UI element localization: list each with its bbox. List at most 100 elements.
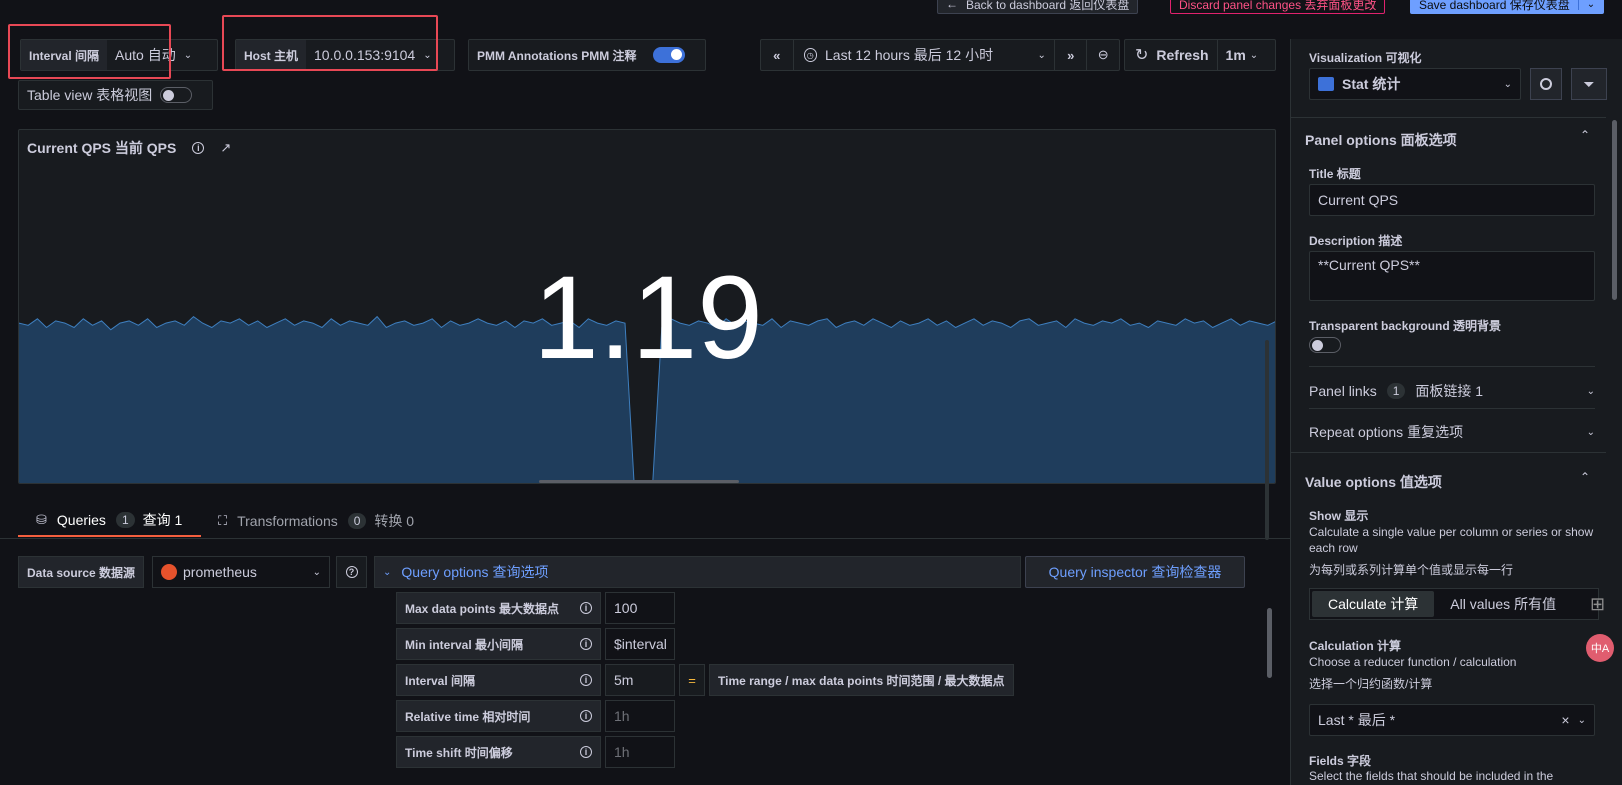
value-options-header[interactable]: Value options 值选项: [1305, 472, 1442, 492]
grid-widget-icon[interactable]: ⊞: [1590, 594, 1605, 615]
interval-variable[interactable]: Interval 间隔 Auto 自动 ⌄: [20, 39, 218, 71]
datasource-label: Data source 数据源: [18, 556, 144, 588]
table-view-toggle[interactable]: [160, 87, 193, 103]
panel-links-cn: 面板链接 1: [1415, 383, 1484, 399]
clock-icon: ◷: [803, 48, 817, 62]
show-desc: Calculate a single value per column or s…: [1309, 525, 1594, 555]
chevron-down-icon[interactable]: ⌄: [1250, 50, 1258, 61]
refresh-interval[interactable]: 1m: [1218, 40, 1250, 70]
interval-formula: Time range / max data points 时间范围 / 最大数据…: [709, 664, 1014, 696]
panel-options-header[interactable]: Panel options 面板选项: [1305, 130, 1457, 150]
tab-transformations-label: Transformations: [237, 513, 338, 529]
visualization-label: Visualization 可视化: [1309, 51, 1422, 65]
chevron-down-icon: ⌄: [1577, 714, 1586, 726]
show-radio-group: Calculate 计算 All values 所有值: [1309, 588, 1599, 620]
info-icon[interactable]: i: [580, 746, 592, 758]
chevron-down-icon: ⌄: [1586, 426, 1595, 438]
tab-queries-count: 1: [115, 512, 135, 528]
shift-forward-icon[interactable]: »: [1053, 40, 1087, 70]
sidebar-divider: [1290, 117, 1606, 118]
time-controls: « ◷ Last 12 hours 最后 12 小时 ⌄ » ⊖: [760, 39, 1120, 71]
panel-links-header[interactable]: Panel links 1 面板链接 1 ⌄: [1309, 381, 1595, 401]
save-dashboard-button[interactable]: Save dashboard 保存仪表盘 ⌄: [1410, 0, 1605, 14]
info-icon[interactable]: i: [580, 638, 592, 650]
all-values-option[interactable]: All values 所有值: [1434, 591, 1572, 617]
transparent-toggle[interactable]: [1309, 337, 1341, 353]
time-shift-input[interactable]: 1h: [605, 736, 675, 768]
transform-icon: ⛶: [218, 513, 228, 528]
query-option-row: Interval 间隔 i 5m = Time range / max data …: [396, 664, 1014, 696]
annotations-toggle[interactable]: [652, 47, 685, 63]
min-interval-input[interactable]: $interval: [605, 628, 675, 660]
chevron-down-icon: ⌄: [1586, 385, 1595, 397]
filter-icon: ⏷: [1583, 75, 1595, 92]
chevron-down-icon[interactable]: ⌄: [1038, 50, 1046, 61]
query-inspector-button[interactable]: Query inspector 查询检查器: [1025, 556, 1245, 588]
time-range[interactable]: Last 12 hours 最后 12 小时: [817, 40, 1038, 70]
interval-readout: 5m: [605, 664, 675, 696]
query-option-label: Relative time 相对时间 i: [396, 700, 601, 732]
tab-transformations[interactable]: ⛶ Transformations 0 转换 0: [218, 505, 414, 537]
panel-preview: Current QPS 当前 QPS i ↗ 1.19: [18, 129, 1276, 484]
refresh-icon: ↻: [1135, 47, 1149, 64]
chevron-up-icon[interactable]: ⌃: [1580, 470, 1590, 484]
stat-icon: [1318, 77, 1334, 91]
info-icon[interactable]: i: [580, 602, 592, 614]
chevron-down-icon[interactable]: ⌄: [1577, 0, 1603, 10]
save-label: Save dashboard 保存仪表盘: [1419, 0, 1570, 12]
clear-icon[interactable]: ×: [1561, 712, 1569, 728]
chevron-down-icon: ⌄: [383, 566, 392, 578]
query-scrollbar[interactable]: [1267, 608, 1272, 678]
chevron-down-icon: ⌄: [1503, 78, 1512, 90]
title-input[interactable]: Current QPS: [1309, 184, 1595, 216]
filter-options-button[interactable]: ⏷: [1571, 68, 1607, 100]
info-icon[interactable]: i: [580, 710, 592, 722]
show-label: Show 显示: [1309, 509, 1369, 523]
tab-queries-cn: 查询 1: [142, 512, 183, 528]
datasource-picker[interactable]: prometheus ⌄: [152, 556, 330, 588]
chevron-up-icon[interactable]: ⌃: [1580, 128, 1590, 142]
query-option-label: Time shift 时间偏移 i: [396, 736, 601, 768]
arrow-left-icon: ←: [946, 0, 958, 11]
visualization-picker[interactable]: Stat 统计 ⌄: [1309, 68, 1521, 100]
tab-queries[interactable]: ⛁ Queries 1 查询 1: [18, 505, 201, 537]
title-label: Title 标题: [1309, 167, 1361, 181]
prometheus-icon: [161, 564, 177, 580]
interval-value[interactable]: Auto 自动: [107, 40, 184, 70]
refresh-button[interactable]: Refresh: [1148, 40, 1218, 70]
calculation-picker[interactable]: Last * 最后 * × ⌄: [1309, 704, 1595, 736]
interval-label: Interval 间隔: [21, 40, 108, 70]
calculation-value: Last * 最后 *: [1318, 712, 1396, 728]
visualization-value: Stat 统计: [1342, 76, 1401, 92]
table-view-group: Table view 表格视图: [18, 80, 213, 110]
host-label: Host 主机: [236, 40, 307, 70]
options-sidebar: [1290, 39, 1622, 785]
chevron-down-icon[interactable]: ⌄: [184, 50, 200, 61]
discard-changes-button[interactable]: Discard panel changes 丢弃面板更改: [1170, 0, 1386, 14]
main-scrollbar[interactable]: [1265, 340, 1269, 540]
zoom-out-icon[interactable]: ⊖: [1086, 40, 1119, 70]
sidebar-scrollbar[interactable]: [1612, 120, 1617, 300]
info-icon[interactable]: i: [580, 674, 592, 686]
chevron-down-icon[interactable]: ⌄: [423, 50, 439, 61]
translate-icon[interactable]: 中A: [1586, 634, 1614, 662]
calculate-option[interactable]: Calculate 计算: [1312, 591, 1435, 617]
panel-scrollbar[interactable]: [539, 480, 739, 483]
sidebar-divider: [1309, 408, 1595, 409]
sidebar-divider: [1290, 452, 1606, 453]
database-icon: ⛁: [36, 512, 47, 527]
panel-links-label: Panel links: [1309, 383, 1377, 399]
back-to-dashboard-button[interactable]: ← Back to dashboard 返回仪表盘: [937, 0, 1139, 14]
host-value[interactable]: 10.0.0.153:9104: [306, 40, 423, 70]
host-variable[interactable]: Host 主机 10.0.0.153:9104 ⌄: [235, 39, 455, 71]
repeat-options-label: Repeat options 重复选项: [1309, 424, 1464, 440]
description-textarea[interactable]: **Current QPS**: [1309, 251, 1595, 301]
relative-time-input[interactable]: 1h: [605, 700, 675, 732]
calculation-desc-cn: 选择一个归约函数/计算: [1309, 677, 1433, 691]
help-button[interactable]: ?: [336, 556, 367, 588]
shift-back-icon[interactable]: «: [761, 40, 794, 70]
repeat-options-header[interactable]: Repeat options 重复选项 ⌄: [1309, 422, 1595, 442]
max-data-points-input[interactable]: 100: [605, 592, 675, 624]
query-options-header[interactable]: ⌄ Query options 查询选项: [374, 556, 1021, 588]
search-options-button[interactable]: [1530, 68, 1562, 100]
